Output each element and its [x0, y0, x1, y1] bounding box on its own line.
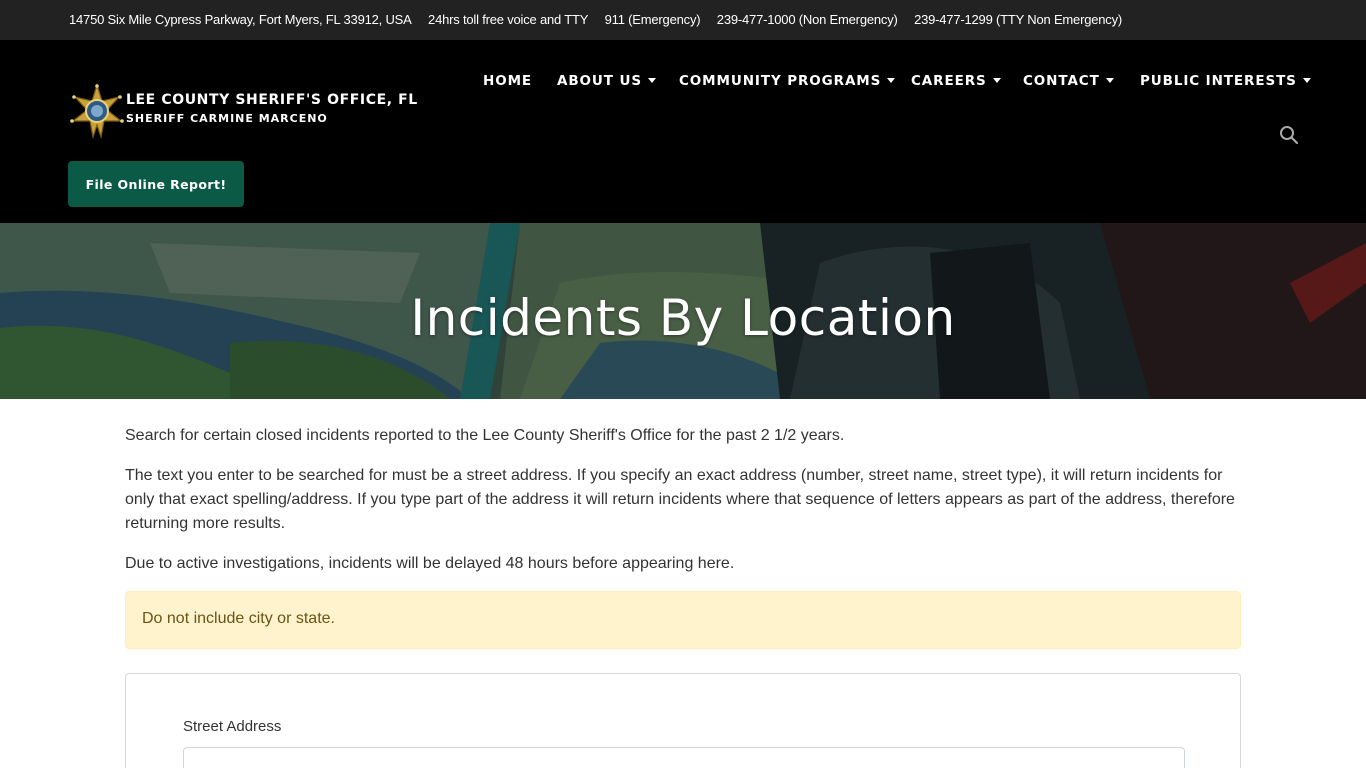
- main-nav: HOME ABOUT US COMMUNITY PROGRAMS CAREERS…: [0, 73, 1366, 93]
- intro-paragraph: Search for certain closed incidents repo…: [125, 427, 845, 444]
- emergency-phone-link[interactable]: 911 (Emergency): [605, 12, 701, 27]
- non-emergency-phone-link[interactable]: 239-477-1000 (Non Emergency): [717, 12, 898, 27]
- caret-down-icon: [1105, 78, 1114, 83]
- delay-notice-paragraph: Due to active investigations, incidents …: [125, 555, 735, 572]
- nav-home[interactable]: HOME: [483, 73, 532, 89]
- nav-careers[interactable]: CAREERS: [911, 73, 1001, 89]
- brand-subtitle: SHERIFF CARMINE MARCENO: [126, 112, 328, 125]
- nav-about-us[interactable]: ABOUT US: [557, 73, 656, 89]
- hero-banner: Incidents By Location: [0, 223, 1366, 399]
- instructions-paragraph: The text you enter to be searched for mu…: [125, 467, 1235, 532]
- search-form-card: Street Address: [125, 673, 1241, 768]
- caret-down-icon: [647, 78, 656, 83]
- caret-down-icon: [992, 78, 1001, 83]
- caret-down-icon: [1302, 78, 1311, 83]
- nav-community-programs[interactable]: COMMUNITY PROGRAMS: [679, 73, 896, 89]
- search-icon[interactable]: [1279, 125, 1299, 145]
- file-online-report-button[interactable]: File Online Report!: [68, 161, 244, 207]
- top-info-bar: 14750 Six Mile Cypress Parkway, Fort Mye…: [0, 0, 1366, 40]
- warning-alert: Do not include city or state.: [125, 591, 1241, 649]
- nav-public-interests[interactable]: PUBLIC INTERESTS: [1140, 73, 1311, 89]
- brand-title[interactable]: LEE COUNTY SHERIFF'S OFFICE, FL: [126, 92, 418, 108]
- page-title: Incidents By Location: [410, 289, 956, 347]
- intro-content: Search for certain closed incidents repo…: [125, 424, 1241, 592]
- address-text: 14750 Six Mile Cypress Parkway, Fort Mye…: [69, 12, 412, 27]
- tty-non-emergency-phone-link[interactable]: 239-477-1299 (TTY Non Emergency): [914, 12, 1122, 27]
- caret-down-icon: [887, 78, 896, 83]
- street-address-input[interactable]: [183, 747, 1185, 768]
- tty-text: 24hrs toll free voice and TTY: [428, 12, 589, 27]
- street-address-label: Street Address: [183, 718, 282, 735]
- nav-contact[interactable]: CONTACT: [1023, 73, 1114, 89]
- site-header: LEE COUNTY SHERIFF'S OFFICE, FL SHERIFF …: [0, 40, 1366, 223]
